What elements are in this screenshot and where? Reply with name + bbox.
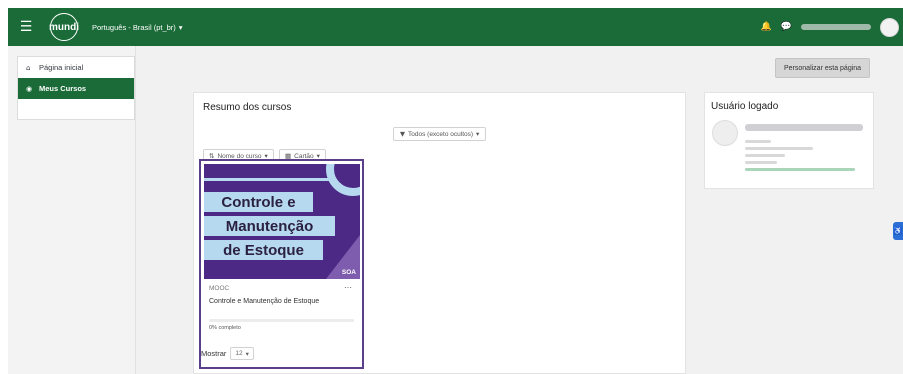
- course-name-link[interactable]: Controle e Manutenção de Estoque: [209, 298, 319, 305]
- chat-icon[interactable]: 💬: [781, 22, 792, 32]
- user-detail-blurred: [745, 161, 777, 164]
- filter-label: Todos (exceto ocultos): [408, 130, 474, 138]
- language-selector[interactable]: Português - Brasil (pt_br) ▾: [92, 23, 183, 32]
- logo-text: mundi: [49, 21, 79, 33]
- courses-icon: ◉: [26, 84, 33, 93]
- logged-user-block: Usuário logado: [704, 92, 874, 189]
- image-title-line-1: Controle e: [204, 192, 313, 212]
- sidebar-item-home[interactable]: ⌂ Página inicial: [18, 57, 134, 78]
- show-count-select[interactable]: 12 ▾: [230, 347, 254, 360]
- chevron-down-icon: ▾: [178, 22, 183, 32]
- user-name-blurred[interactable]: [801, 24, 871, 30]
- accessibility-icon[interactable]: ♿: [893, 222, 903, 240]
- hamburger-icon[interactable]: ☰: [10, 8, 42, 46]
- chevron-down-icon: ▾: [476, 130, 480, 138]
- sidebar-item-label: Página inicial: [39, 63, 84, 72]
- home-icon: ⌂: [26, 63, 31, 72]
- main-region: Personalizar esta página Resumo dos curs…: [136, 46, 903, 374]
- personalize-page-button[interactable]: Personalizar esta página: [775, 58, 871, 78]
- sidebar-item-label: Meus Cursos: [39, 84, 87, 93]
- course-overview-title: Resumo dos cursos: [203, 102, 292, 113]
- sidebar: ⌂ Página inicial ◉ Meus Cursos: [8, 46, 136, 374]
- user-detail-blurred: [745, 140, 771, 143]
- pagination-show: Mostrar 12 ▾: [201, 347, 254, 360]
- filter-icon: ▼: [400, 130, 405, 138]
- show-label: Mostrar: [201, 349, 227, 358]
- course-card[interactable]: Controle e Manutenção de Estoque SOA MOO…: [199, 159, 364, 369]
- image-title-line-2: Manutenção: [204, 216, 335, 236]
- course-image[interactable]: Controle e Manutenção de Estoque SOA: [204, 164, 360, 279]
- mundi-logo[interactable]: mundi: [49, 13, 79, 41]
- decor-arc: [326, 164, 360, 196]
- user-detail-blurred: [745, 147, 813, 150]
- sidebar-item-my-courses[interactable]: ◉ Meus Cursos: [18, 78, 134, 99]
- sidebar-nav: ⌂ Página inicial ◉ Meus Cursos: [17, 56, 135, 120]
- language-label: Português - Brasil (pt_br): [92, 22, 176, 32]
- progress-bar: [209, 319, 354, 322]
- avatar[interactable]: [880, 17, 899, 37]
- user-name-blurred: [745, 124, 863, 131]
- image-title-line-3: de Estoque: [204, 240, 323, 260]
- user-avatar: [712, 120, 738, 146]
- bell-icon[interactable]: 🔔: [761, 22, 772, 32]
- course-menu-icon[interactable]: ···: [344, 283, 352, 292]
- show-count-value: 12: [235, 350, 243, 357]
- top-navbar: ☰ mundi Português - Brasil (pt_br) ▾ 🔔 💬: [8, 8, 903, 46]
- course-category: MOOC: [209, 285, 230, 292]
- user-email-blurred: [745, 168, 855, 171]
- logged-user-title: Usuário logado: [711, 101, 779, 112]
- filter-dropdown[interactable]: ▼ Todos (exceto ocultos) ▾: [393, 127, 487, 141]
- nav-right: 🔔 💬: [761, 8, 899, 46]
- chevron-down-icon: ▾: [245, 349, 249, 358]
- image-badge: SOA: [341, 269, 356, 276]
- course-overview-block: Resumo dos cursos ▼ Todos (exceto oculto…: [193, 92, 686, 374]
- user-detail-blurred: [745, 154, 785, 157]
- progress-text: 0% completo: [209, 325, 241, 331]
- decor-line: [204, 178, 332, 181]
